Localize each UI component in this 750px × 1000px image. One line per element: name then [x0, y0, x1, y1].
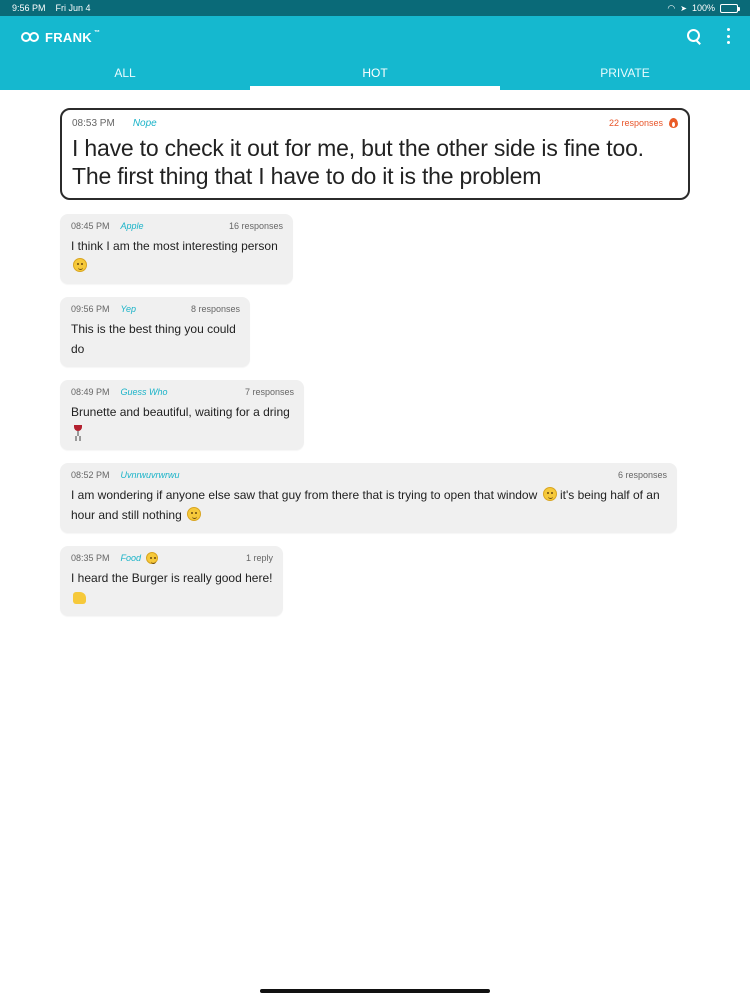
- rofl-emoji: [187, 507, 202, 521]
- more-vertical-icon[interactable]: [726, 28, 730, 44]
- post-bubble[interactable]: 09:56 PM Yep 8 responses This is the bes…: [60, 297, 250, 367]
- response-count[interactable]: 6 responses: [598, 470, 667, 480]
- tab-hot[interactable]: HOT: [250, 64, 500, 90]
- post-time: 09:56 PM: [71, 304, 110, 314]
- tab-bar: ALL HOT PRIVATE: [0, 64, 750, 90]
- post-text: I think I am the most interesting person: [71, 236, 283, 276]
- response-count[interactable]: 22 responses: [609, 117, 678, 129]
- battery-percent: 100%: [691, 3, 715, 13]
- post-text: I have to check it out for me, but the o…: [72, 135, 644, 189]
- post-text: Brunette and beautiful, waiting for a dr…: [71, 402, 294, 442]
- response-count[interactable]: 7 responses: [225, 387, 294, 397]
- response-count[interactable]: 8 responses: [171, 304, 240, 314]
- response-count[interactable]: 16 responses: [209, 221, 283, 231]
- post-author[interactable]: Yep: [121, 304, 137, 314]
- post-author[interactable]: Nope: [133, 118, 157, 129]
- post-author[interactable]: Guess Who: [121, 387, 168, 397]
- post-bubble[interactable]: 08:49 PM Guess Who 7 responses Brunette …: [60, 380, 304, 450]
- frank-logo-icon: [21, 31, 39, 45]
- home-indicator[interactable]: [260, 989, 490, 993]
- post-bubble[interactable]: 08:45 PM Apple 16 responses I think I am…: [60, 214, 293, 284]
- post-author[interactable]: Uvnrwuvrwrwu: [121, 470, 180, 480]
- post-time: 08:45 PM: [71, 221, 110, 231]
- search-icon[interactable]: [686, 28, 702, 44]
- tab-all[interactable]: ALL: [0, 64, 250, 90]
- post-text: I am wondering if anyone else saw that g…: [71, 487, 660, 522]
- post-bubble[interactable]: 08:35 PM Food 1 reply I heard the Burger…: [60, 546, 283, 616]
- thumbs-up-emoji: [73, 592, 86, 604]
- yum-face-emoji: [146, 552, 159, 564]
- post-text: I heard the Burger is really good here!: [71, 568, 273, 608]
- post-bubble[interactable]: 08:52 PM Uvnrwuvrwrwu 6 responses I am w…: [60, 463, 677, 533]
- app-bar: FRANK ™ ALL HOT PRIVATE: [0, 16, 750, 90]
- status-date: Fri Jun 4: [55, 3, 91, 13]
- brand: FRANK ™: [21, 30, 100, 45]
- response-count[interactable]: 1 reply: [226, 553, 273, 563]
- post-time: 08:53 PM: [72, 117, 115, 129]
- thinking-face-emoji: [73, 258, 87, 272]
- tab-private[interactable]: PRIVATE: [500, 64, 750, 90]
- post-author[interactable]: Food: [121, 552, 159, 564]
- post-time: 08:35 PM: [71, 553, 110, 563]
- post-time: 08:49 PM: [71, 387, 110, 397]
- post-author[interactable]: Apple: [121, 221, 144, 231]
- hot-post-card[interactable]: 08:53 PM Nope 22 responses I have to che…: [60, 108, 690, 200]
- app-name: FRANK ™: [45, 30, 101, 45]
- wine-glass-emoji: [73, 424, 83, 438]
- tears-of-joy-emoji: [542, 487, 557, 501]
- status-time: 9:56 PM: [12, 3, 46, 13]
- status-bar: 9:56 PM Fri Jun 4 ◠ ➤ 100%: [0, 0, 750, 16]
- flame-icon: [669, 117, 678, 129]
- post-text: This is the best thing you could do: [71, 322, 236, 356]
- post-time: 08:52 PM: [71, 470, 110, 480]
- battery-icon: [720, 3, 740, 13]
- location-icon: ➤: [680, 3, 687, 13]
- feed: 08:53 PM Nope 22 responses I have to che…: [60, 108, 690, 629]
- wifi-icon: ◠: [667, 2, 676, 13]
